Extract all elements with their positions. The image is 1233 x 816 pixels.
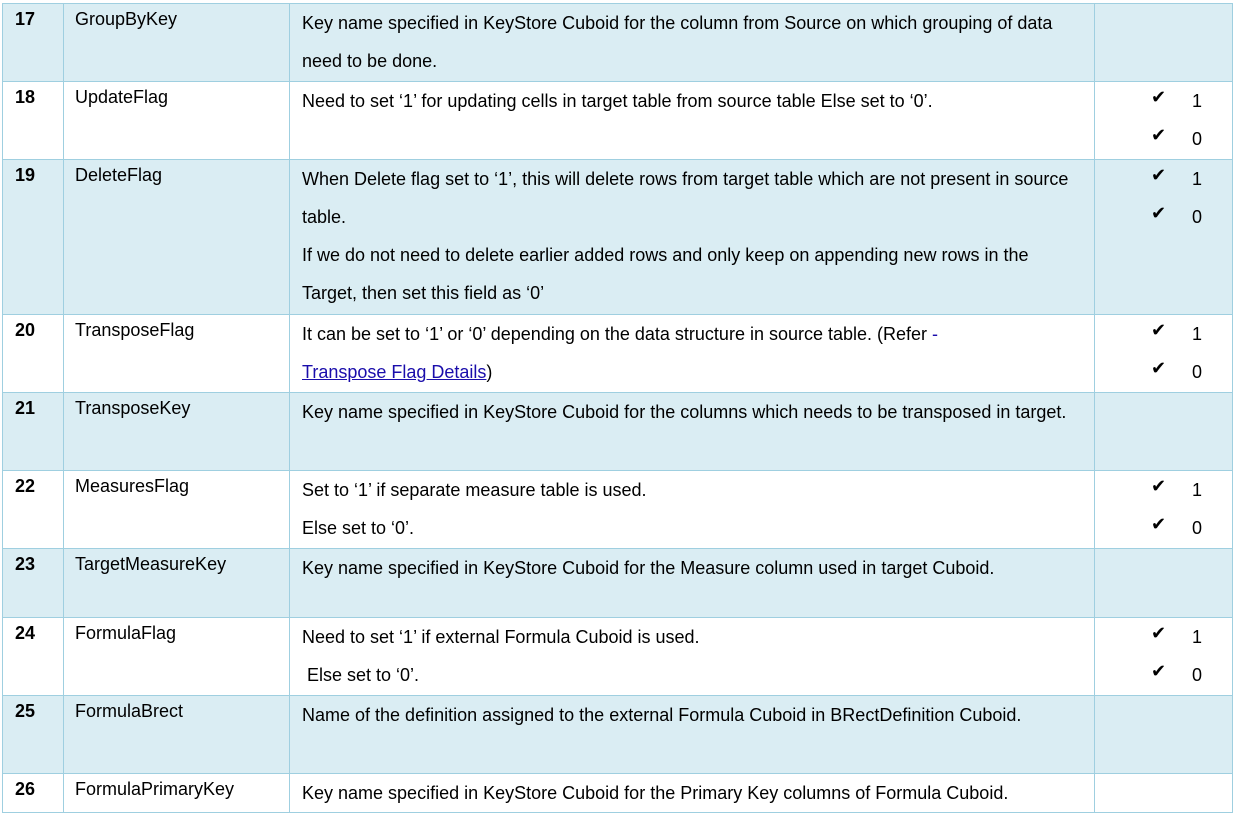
param-description: Key name specified in KeyStore Cuboid fo… (289, 392, 1095, 471)
description-text: Set to ‘1’ if separate measure table is … (302, 480, 647, 500)
table-row: 26 FormulaPrimaryKey Key name specified … (2, 773, 1233, 813)
check-icon: ✔ (1151, 661, 1167, 681)
param-description: Need to set ‘1’ if external Formula Cubo… (289, 617, 1095, 696)
check-icon: ✔ (1151, 320, 1167, 340)
description-text: Name of the definition assigned to the e… (302, 705, 1022, 725)
check-icon: ✔ (1151, 623, 1167, 643)
table-row: 19 DeleteFlag When Delete flag set to ‘1… (2, 159, 1233, 315)
param-description: When Delete flag set to ‘1’, this will d… (289, 159, 1095, 315)
option-item: ✔ 1 (1095, 471, 1232, 509)
table-row: 21 TransposeKey Key name specified in Ke… (2, 392, 1233, 471)
option-item: ✔ 0 (1095, 656, 1232, 694)
description-text: Else set to ‘0’. (302, 518, 415, 538)
options-cell (1094, 548, 1233, 618)
check-icon: ✔ (1151, 87, 1167, 107)
options-cell: ✔ 1 ✔ 0 (1094, 470, 1233, 549)
link-dash: - (932, 324, 939, 344)
row-number: 26 (2, 773, 64, 813)
table-row: 22 MeasuresFlag Set to ‘1’ if separate m… (2, 470, 1233, 549)
description-prefix: It can be set to ‘1’ or ‘0’ depending on… (302, 324, 933, 344)
param-name: GroupByKey (63, 3, 290, 82)
param-name: FormulaBrect (63, 695, 290, 774)
option-item: ✔ 0 (1095, 353, 1232, 391)
option-value: 0 (1192, 362, 1203, 382)
option-value: 0 (1192, 129, 1203, 149)
option-item: ✔ 1 (1095, 82, 1232, 120)
description-text: When Delete flag set to ‘1’, this will d… (302, 169, 1069, 227)
param-description: It can be set to ‘1’ or ‘0’ depending on… (289, 314, 1095, 393)
option-item: ✔ 1 (1095, 315, 1232, 353)
options-cell (1094, 3, 1233, 82)
row-number: 21 (2, 392, 64, 471)
options-cell (1094, 695, 1233, 774)
param-description: Name of the definition assigned to the e… (289, 695, 1095, 774)
param-name: DeleteFlag (63, 159, 290, 315)
parameters-table: 17 GroupByKey Key name specified in KeyS… (2, 3, 1233, 813)
description-text: Key name specified in KeyStore Cuboid fo… (302, 783, 1009, 803)
check-icon: ✔ (1151, 125, 1167, 145)
description-text: Key name specified in KeyStore Cuboid fo… (302, 558, 995, 578)
param-description: Need to set ‘1’ for updating cells in ta… (289, 81, 1095, 160)
option-value: 1 (1192, 169, 1203, 189)
option-item: ✔ 0 (1095, 198, 1232, 236)
option-item: ✔ 1 (1095, 618, 1232, 656)
options-cell: ✔ 1 ✔ 0 (1094, 617, 1233, 696)
options-cell (1094, 392, 1233, 471)
description-text: Key name specified in KeyStore Cuboid fo… (302, 13, 1053, 71)
options-cell: ✔ 1 ✔ 0 (1094, 81, 1233, 160)
description-text: Need to set ‘1’ for updating cells in ta… (302, 91, 933, 111)
description-text: Need to set ‘1’ if external Formula Cubo… (302, 627, 700, 647)
row-number: 17 (2, 3, 64, 82)
param-description: Set to ‘1’ if separate measure table is … (289, 470, 1095, 549)
table-row: 18 UpdateFlag Need to set ‘1’ for updati… (2, 81, 1233, 160)
transpose-flag-details-link[interactable]: Transpose Flag Details (302, 362, 486, 382)
table-row: 17 GroupByKey Key name specified in KeyS… (2, 3, 1233, 82)
row-number: 18 (2, 81, 64, 160)
check-icon: ✔ (1151, 203, 1167, 223)
row-number: 20 (2, 314, 64, 393)
table-row: 24 FormulaFlag Need to set ‘1’ if extern… (2, 617, 1233, 696)
description-text: It can be set to ‘1’ or ‘0’ depending on… (302, 315, 1086, 391)
param-description: Key name specified in KeyStore Cuboid fo… (289, 548, 1095, 618)
description-text: Key name specified in KeyStore Cuboid fo… (302, 402, 1067, 422)
row-number: 22 (2, 470, 64, 549)
table-row: 23 TargetMeasureKey Key name specified i… (2, 548, 1233, 618)
row-number: 25 (2, 695, 64, 774)
param-name: TargetMeasureKey (63, 548, 290, 618)
param-name: MeasuresFlag (63, 470, 290, 549)
option-value: 1 (1192, 480, 1203, 500)
options-cell (1094, 773, 1233, 813)
option-value: 0 (1192, 665, 1203, 685)
description-suffix: ) (486, 362, 493, 382)
table-row: 25 FormulaBrect Name of the definition a… (2, 695, 1233, 774)
option-item: ✔ 1 (1095, 160, 1232, 198)
option-value: 0 (1192, 207, 1203, 227)
check-icon: ✔ (1151, 514, 1167, 534)
options-cell: ✔ 1 ✔ 0 (1094, 159, 1233, 315)
check-icon: ✔ (1151, 358, 1167, 378)
param-description: Key name specified in KeyStore Cuboid fo… (289, 773, 1095, 813)
param-name: UpdateFlag (63, 81, 290, 160)
option-value: 1 (1192, 324, 1203, 344)
description-text: If we do not need to delete earlier adde… (302, 245, 1029, 303)
param-name: FormulaPrimaryKey (63, 773, 290, 813)
param-name: TransposeKey (63, 392, 290, 471)
options-cell: ✔ 1 ✔ 0 (1094, 314, 1233, 393)
option-item: ✔ 0 (1095, 509, 1232, 547)
option-item: ✔ 0 (1095, 120, 1232, 158)
param-name: FormulaFlag (63, 617, 290, 696)
row-number: 23 (2, 548, 64, 618)
check-icon: ✔ (1151, 476, 1167, 496)
option-value: 1 (1192, 91, 1203, 111)
param-name: TransposeFlag (63, 314, 290, 393)
description-text: Else set to ‘0’. (302, 665, 420, 685)
param-description: Key name specified in KeyStore Cuboid fo… (289, 3, 1095, 82)
table-row: 20 TransposeFlag It can be set to ‘1’ or… (2, 314, 1233, 393)
option-value: 0 (1192, 518, 1203, 538)
option-value: 1 (1192, 627, 1203, 647)
row-number: 24 (2, 617, 64, 696)
check-icon: ✔ (1151, 165, 1167, 185)
row-number: 19 (2, 159, 64, 315)
